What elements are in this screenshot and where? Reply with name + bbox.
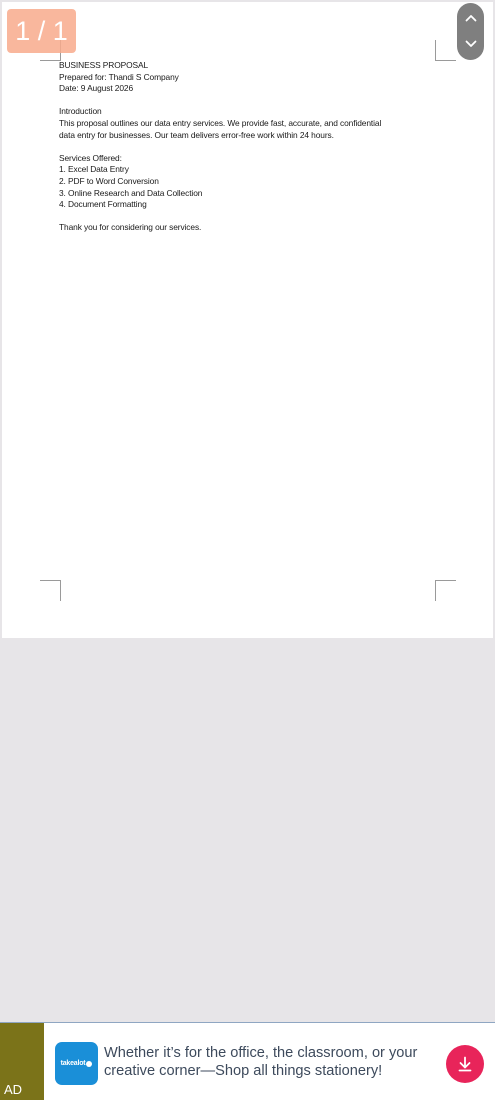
advertiser-logo-text: takealot <box>60 1060 86 1067</box>
doc-services-heading: Services Offered: <box>59 152 122 163</box>
doc-service-item: 1. Excel Data Entry <box>59 164 129 175</box>
ad-label-block: AD <box>0 1023 44 1100</box>
document-viewer[interactable]: BUSINESS PROPOSAL Prepared for: Thandi S… <box>0 0 495 1022</box>
doc-intro-line-1: This proposal outlines our data entry se… <box>59 117 382 128</box>
doc-intro-heading: Introduction <box>59 106 102 117</box>
page-nav-control <box>457 3 484 60</box>
document-body: BUSINESS PROPOSAL Prepared for: Thandi S… <box>59 60 449 234</box>
ad-label: AD <box>4 1082 23 1097</box>
next-page-button[interactable] <box>457 30 484 58</box>
chevron-up-icon <box>465 15 476 22</box>
doc-prepared-for: Prepared for: Thandi S Company <box>59 71 179 82</box>
doc-closing: Thank you for considering our services. <box>59 222 202 233</box>
ad-banner[interactable]: AD takealot Whether it’s for the office,… <box>0 1022 495 1100</box>
page-counter: 1 / 1 <box>7 9 76 53</box>
doc-service-item: 2. PDF to Word Conversion <box>59 175 159 186</box>
ad-download-button[interactable] <box>446 1045 484 1083</box>
doc-service-item: 3. Online Research and Data Collection <box>59 187 203 198</box>
doc-service-item: 4. Document Formatting <box>59 199 147 210</box>
previous-page-button[interactable] <box>457 4 484 32</box>
ad-message[interactable]: Whether it’s for the office, the classro… <box>104 1045 434 1080</box>
doc-title: BUSINESS PROPOSAL <box>59 60 149 70</box>
document-page: BUSINESS PROPOSAL Prepared for: Thandi S… <box>2 2 493 638</box>
doc-date: Date: 9 August 2026 <box>59 83 133 94</box>
chevron-down-icon <box>465 40 476 47</box>
crop-mark-bottom-left <box>40 580 61 601</box>
download-icon <box>458 1056 472 1072</box>
crop-mark-bottom-right <box>435 580 456 601</box>
logo-dot-icon <box>86 1060 93 1067</box>
advertiser-logo[interactable]: takealot <box>55 1042 98 1085</box>
crop-mark-top-right <box>435 40 456 61</box>
doc-intro-line-2: data entry for businesses. Our team deli… <box>59 129 334 140</box>
